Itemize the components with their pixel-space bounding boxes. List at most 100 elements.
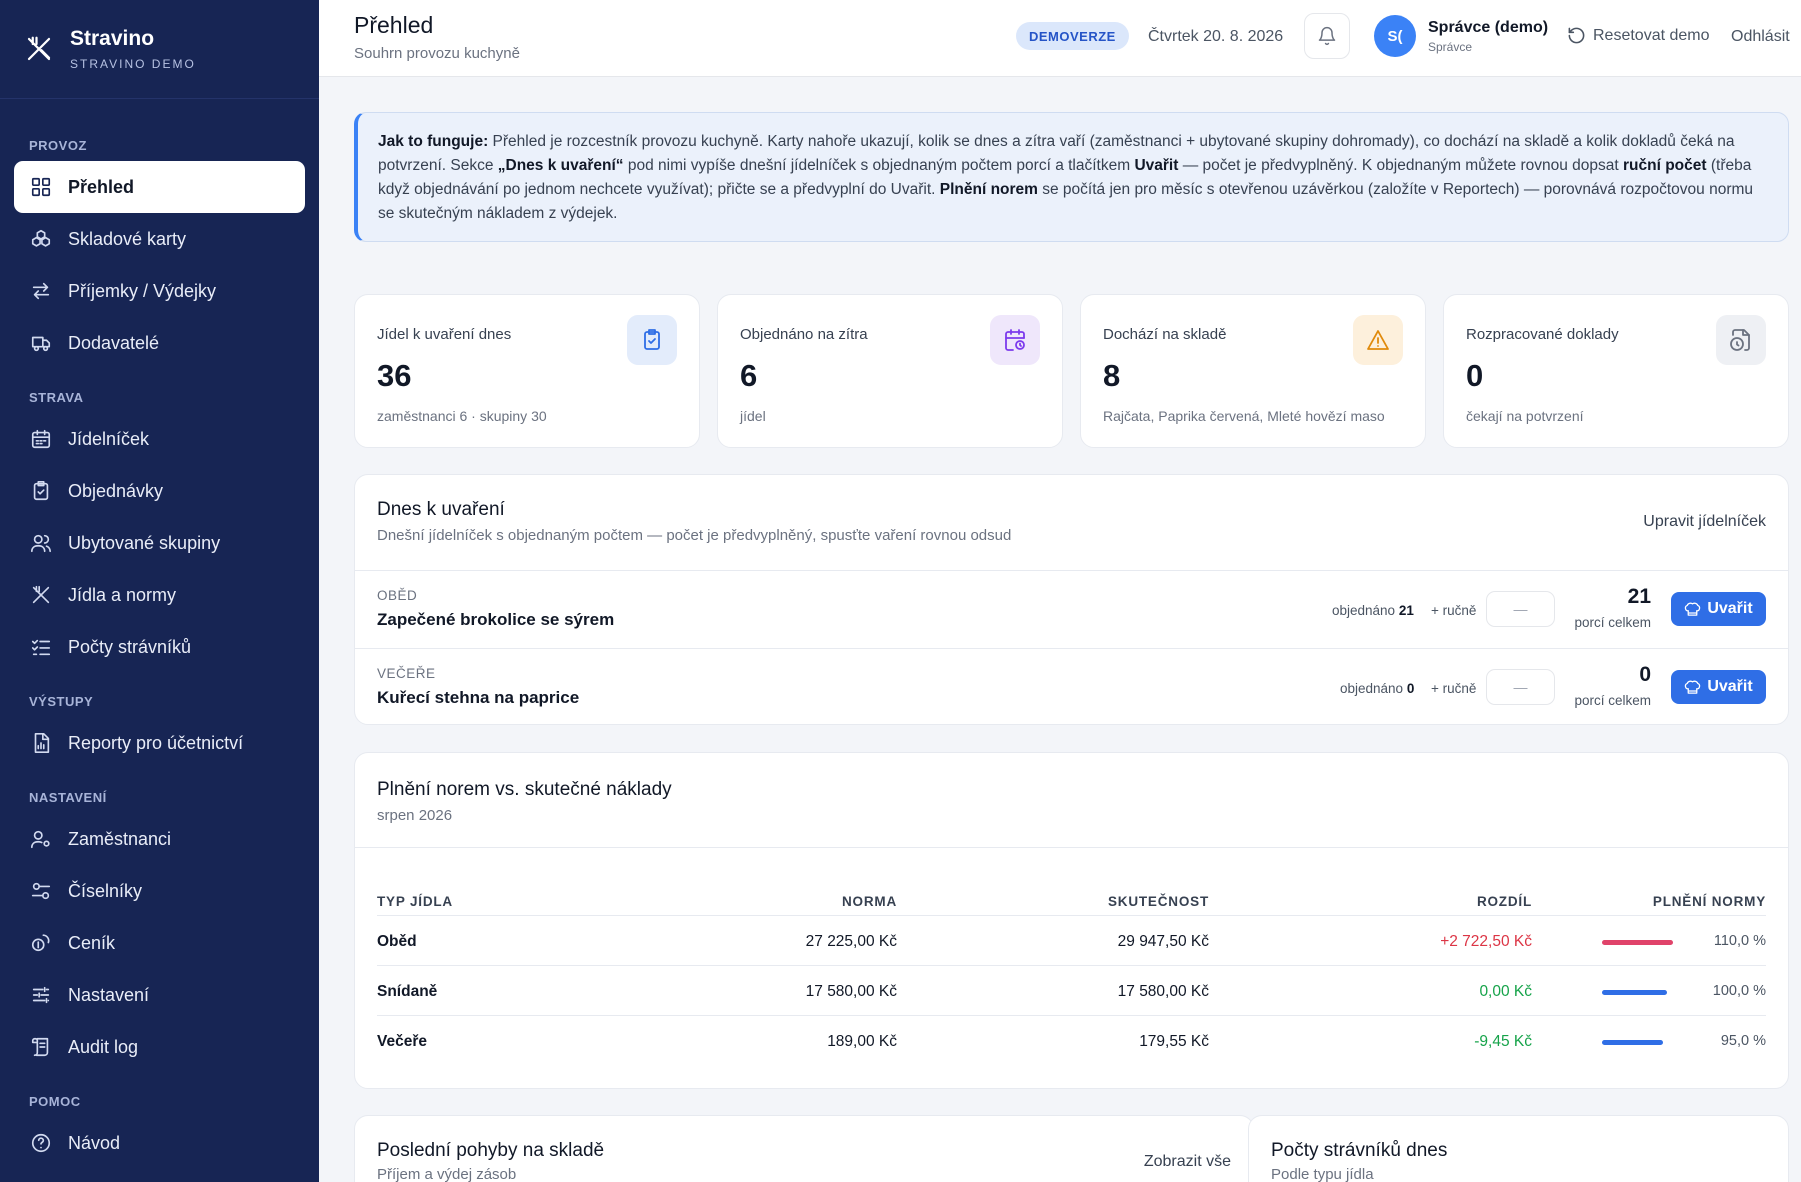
stat-card[interactable]: Dochází na skladě 8 Rajčata, Paprika čer… (1080, 294, 1426, 448)
meal-row: OBĚD Zapečené brokolice se sýrem objedná… (355, 570, 1788, 648)
utensils-icon (32, 585, 50, 604)
manual-count-input[interactable]: — (1486, 669, 1555, 705)
stat-card[interactable]: Jídel k uvaření dnes 36 zaměstnanci 6 · … (354, 294, 700, 448)
report-icon (34, 733, 50, 753)
stat-card[interactable]: Rozpracované doklady 0 čekají na potvrze… (1443, 294, 1789, 448)
sidebar-item-audit-log[interactable]: Audit log (14, 1021, 305, 1073)
page-title: Přehled (354, 12, 434, 38)
user-role: Správce (1428, 40, 1473, 54)
reset-demo-label: Resetovat demo (1593, 26, 1710, 44)
table-header[interactable]: PLNĚNÍ NORMY (1653, 894, 1766, 909)
fulfillment-bar-fill (1602, 940, 1673, 945)
sidebar-item-zamestnanci[interactable]: Zaměstnanci (14, 813, 305, 865)
meal-type-cell: Večeře (377, 1033, 427, 1050)
brand-name: Stravino (70, 27, 155, 50)
stat-note: čekají na potvrzení (1466, 408, 1584, 424)
table-header[interactable]: SKUTEČNOST (1108, 894, 1209, 909)
cook-button[interactable]: Uvařit (1671, 670, 1766, 704)
norm-cell: 27 225,00 Kč (805, 933, 897, 950)
sidebar-item-prijemky-vydejky[interactable]: Příjemky / Výdejky (14, 265, 305, 317)
page-subtitle: Souhrn provozu kuchyně (354, 45, 520, 62)
brand-sub: STRAVINO DEMO (70, 57, 196, 71)
brand[interactable]: Stravino STRAVINO DEMO (0, 0, 319, 99)
table-header[interactable]: TYP JÍDLA (377, 894, 453, 909)
norms-period: srpen 2026 (377, 807, 453, 824)
info-lead: Jak to funguje: (378, 133, 489, 150)
calendar-clock-icon (1005, 329, 1025, 351)
stat-value: 36 (377, 358, 412, 393)
cook-button[interactable]: Uvařit (1671, 592, 1766, 626)
cook-button-label: Uvařit (1707, 600, 1753, 617)
avatar[interactable]: S( (1374, 15, 1416, 57)
ordered-value: 0 (1406, 681, 1415, 696)
logout-button[interactable]: Odhlásit (1731, 28, 1790, 46)
fulfillment-pct: 95,0 % (1720, 1033, 1766, 1049)
sidebar-item-cenik[interactable]: Ceník (14, 917, 305, 969)
fulfillment-pct: 100,0 % (1712, 983, 1766, 999)
stat-label: Objednáno na zítra (740, 326, 868, 343)
warning-icon (1367, 330, 1389, 350)
total-portions-label: porcí celkem (1574, 693, 1651, 708)
sidebar-item-nastaveni[interactable]: Nastavení (14, 969, 305, 1021)
table-row: Oběd 27 225,00 Kč 29 947,50 Kč +2 722,50… (377, 915, 1766, 965)
nav-section-label: VÝSTUPY (29, 694, 94, 709)
sidebar-item-label: Skladové karty (68, 228, 187, 249)
sidebar-item-jidla-a-normy[interactable]: Jídla a normy (14, 569, 305, 621)
sidebar-item-label: Jídelníček (68, 428, 150, 449)
stat-label: Rozpracované doklady (1466, 326, 1619, 343)
sidebar-item-skladove-karty[interactable]: Skladové karty (14, 213, 305, 265)
sidebar-item-pocty-stravniku[interactable]: Počty strávníků (14, 621, 305, 673)
divider (355, 847, 1788, 848)
sidebar-item-label: Přehled (68, 176, 135, 197)
norm-cell: 17 580,00 Kč (805, 983, 897, 1000)
sidebar-item-prehled[interactable]: Přehled (14, 161, 305, 213)
toggles-icon (31, 882, 51, 900)
users-icon (31, 534, 51, 553)
stat-value: 8 (1103, 358, 1121, 393)
meal-type: OBĚD (377, 588, 418, 603)
stat-icon-box (1353, 315, 1403, 365)
table-header[interactable]: ROZDÍL (1477, 894, 1532, 909)
fulfillment-bar (1602, 1040, 1673, 1045)
stat-note: zaměstnanci 6 · skupiny 30 (377, 408, 547, 424)
stat-icon-box (1716, 315, 1766, 365)
stat-value: 6 (740, 358, 758, 393)
sidebar-item-reporty-pro-ucetnictvi[interactable]: Reporty pro účetnictví (14, 717, 305, 769)
nav-section-label: POMOC (29, 1094, 81, 1109)
info-text: — počet je předvyplněný. K objednaným mů… (1178, 157, 1623, 174)
view-all-link[interactable]: Zobrazit vše (1144, 1153, 1231, 1171)
stat-card[interactable]: Objednáno na zítra 6 jídel (717, 294, 1063, 448)
actual-cell: 179,55 Kč (1139, 1033, 1209, 1050)
sidebar-item-objednavky[interactable]: Objednávky (14, 465, 305, 517)
ordered-label: objednáno (1332, 603, 1396, 618)
table-header[interactable]: NORMA (842, 894, 897, 909)
scroll-icon (31, 1037, 49, 1057)
sidebar-item-navod[interactable]: Návod (14, 1117, 305, 1169)
diff-cell: -9,45 Kč (1474, 1033, 1532, 1050)
stock-movements-title: Poslední pohyby na skladě (377, 1140, 605, 1161)
info-bold: Uvařit (1134, 157, 1179, 174)
sidebar-item-dodavatele[interactable]: Dodavatelé (14, 317, 305, 369)
manual-count-input[interactable]: — (1486, 591, 1555, 627)
boxes-icon (31, 229, 51, 247)
chef-hat-icon (1685, 602, 1701, 616)
edit-menu-link[interactable]: Upravit jídelníček (1643, 513, 1766, 531)
today-cook-card: Dnes k uvaření Dnešní jídelníček s objed… (354, 474, 1789, 725)
clipboard-check-icon (33, 481, 49, 501)
stat-note: jídel (740, 408, 766, 424)
ordered-value: 21 (1398, 603, 1414, 618)
ordered-label: objednáno (1340, 681, 1404, 696)
meal-name: Zapečené brokolice se sýrem (377, 610, 615, 629)
nav-section-label: NASTAVENÍ (29, 790, 107, 805)
reset-demo-button[interactable]: Resetovat demo (1567, 26, 1710, 45)
sidebar-item-label: Příjemky / Výdejky (68, 280, 217, 301)
notifications-button[interactable] (1304, 13, 1350, 59)
sidebar-item-label: Zaměstnanci (68, 828, 172, 849)
stat-label: Jídel k uvaření dnes (377, 326, 512, 343)
sidebar-item-jidelnicek[interactable]: Jídelníček (14, 413, 305, 465)
sidebar-item-ciselniky[interactable]: Číselníky (14, 865, 305, 917)
stat-value: 0 (1466, 358, 1484, 393)
sidebar-item-ubytovane-skupiny[interactable]: Ubytované skupiny (14, 517, 305, 569)
sidebar-item-label: Ubytované skupiny (68, 532, 221, 553)
today-cook-subtitle: Dnešní jídelníček s objednaným počtem — … (377, 527, 1012, 544)
